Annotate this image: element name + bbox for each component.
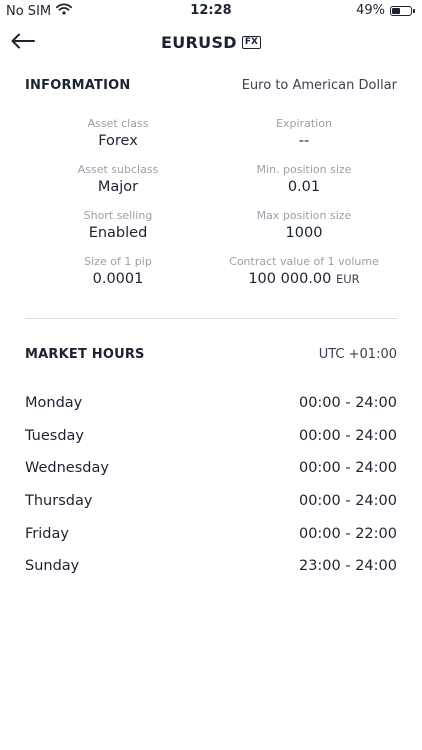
day-label: Wednesday [25,460,109,477]
day-label: Tuesday [25,427,84,444]
market-hours-list: Monday 00:00 - 24:00 Tuesday 00:00 - 24:… [25,387,397,583]
nav-header: EURUSD FX [0,24,422,64]
info-value: -- [298,133,310,149]
status-bar: No SIM 12:28 49% [0,0,422,24]
battery-icon [390,5,415,16]
hours-value: 00:00 - 24:00 [298,395,397,412]
information-header: INFORMATION Euro to American Dollar [25,75,397,95]
info-value-group: 100 000.00 EUR [211,269,397,289]
info-label: Max position size [256,209,352,222]
info-label: Asset subclass [77,163,159,176]
asset-type-badge: FX [241,36,261,49]
info-label: Size of 1 pip [84,255,152,268]
hours-value: 00:00 - 24:00 [298,493,397,510]
hours-value: 00:00 - 24:00 [298,427,397,444]
timezone-label: UTC +01:00 [318,346,397,362]
market-hours-header: MARKET HOURS UTC +01:00 [25,344,397,364]
hours-value: 00:00 - 24:00 [298,460,397,477]
info-value: Major [97,179,139,195]
hours-row: Friday 00:00 - 22:00 [25,517,397,550]
info-value: Enabled [88,225,148,241]
info-min-position-size: Min. position size 0.01 [211,163,397,209]
instrument-description: Euro to American Dollar [241,77,397,93]
info-value: 100 000.00 [248,271,332,287]
hours-row: Tuesday 00:00 - 24:00 [25,420,397,453]
info-asset-class: Asset class Forex [25,117,211,163]
hours-value: 00:00 - 22:00 [298,525,397,542]
info-label: Asset class [87,117,149,130]
hours-row: Wednesday 00:00 - 24:00 [25,452,397,485]
hours-row: Thursday 00:00 - 24:00 [25,485,397,518]
info-value: 0.0001 [92,271,144,287]
market-hours-title: MARKET HOURS [25,346,145,362]
section-divider [25,318,397,319]
page-title: EURUSD [161,33,237,52]
info-value: Forex [98,133,138,149]
nav-title-group: EURUSD FX [0,33,422,52]
currency-unit: EUR [335,272,360,286]
hours-row: Monday 00:00 - 24:00 [25,387,397,420]
information-title: INFORMATION [25,77,131,93]
battery-percent: 49% [356,3,385,18]
info-value: 0.01 [287,179,321,195]
hours-row: Sunday 23:00 - 24:00 [25,550,397,583]
info-label: Contract value of 1 volume [229,255,379,268]
battery-fill [392,7,400,14]
day-label: Friday [25,525,69,542]
info-label: Expiration [276,117,332,130]
info-max-position-size: Max position size 1000 [211,209,397,255]
day-label: Thursday [25,493,93,510]
info-pip-size: Size of 1 pip 0.0001 [25,255,211,301]
info-short-selling: Short selling Enabled [25,209,211,255]
info-expiration: Expiration -- [211,117,397,163]
info-label: Min. position size [256,163,352,176]
day-label: Sunday [25,558,80,575]
info-asset-subclass: Asset subclass Major [25,163,211,209]
info-value: 1000 [285,225,323,241]
hours-value: 23:00 - 24:00 [298,558,397,575]
info-contract-value: Contract value of 1 volume 100 000.00 EU… [211,255,397,301]
day-label: Monday [25,395,83,412]
information-grid: Asset class Forex Expiration -- Asset su… [25,117,397,301]
status-right: 49% [356,3,415,18]
info-label: Short selling [83,209,153,222]
